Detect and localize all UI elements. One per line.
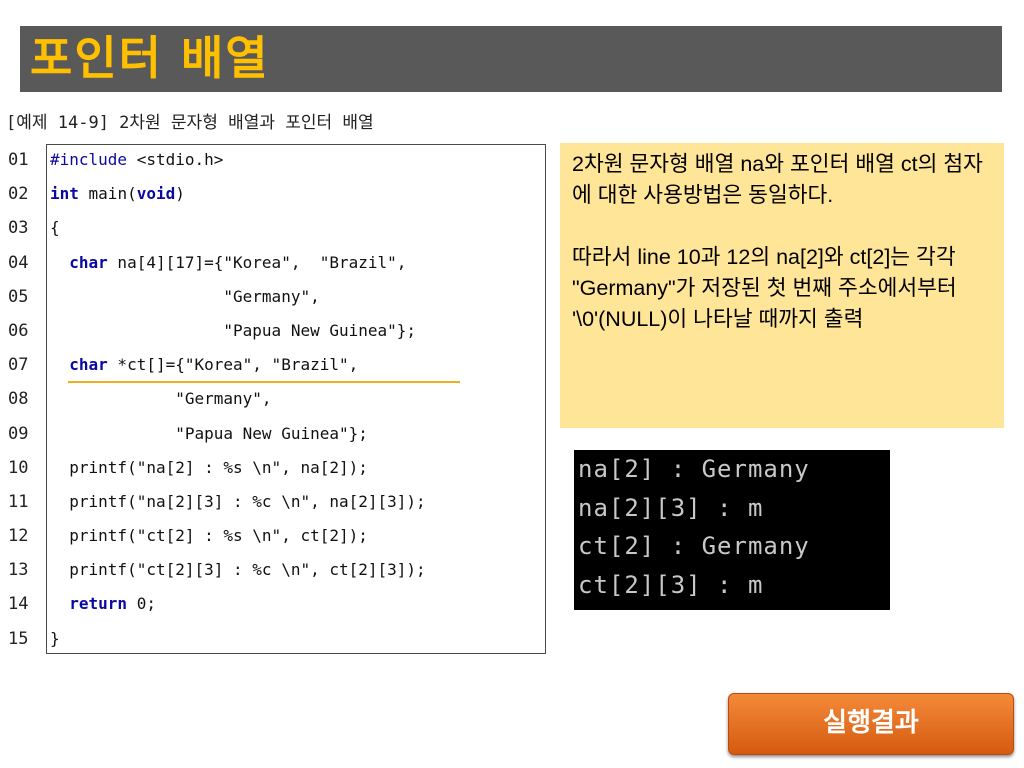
code-line: printf("ct[2][3] : %c \n", ct[2][3]);	[50, 558, 426, 592]
code-text: 0;	[127, 594, 156, 614]
code-keyword: void	[136, 184, 176, 204]
line-number: 08	[8, 389, 29, 410]
line-number: 07	[8, 355, 29, 376]
code-line: #include <stdio.h>	[50, 148, 426, 182]
code-text: "Germany",	[50, 286, 320, 306]
code-line: }	[50, 627, 426, 661]
code-line: "Papua New Guinea"};	[50, 422, 426, 456]
highlight-underline	[68, 381, 460, 383]
line-number: 05	[8, 286, 29, 307]
slide-title: 포인터 배열	[30, 31, 270, 85]
code-line: {	[50, 216, 426, 250]
code-text: {	[50, 218, 60, 238]
line-number: 11	[8, 491, 29, 512]
code-line: printf("na[2][3] : %c \n", na[2][3]);	[50, 490, 426, 524]
code-keyword: char	[69, 355, 108, 375]
line-number: 02	[8, 184, 29, 205]
line-number: 14	[8, 594, 29, 615]
code-listing: #include <stdio.h> int main(void){ char n…	[50, 148, 426, 661]
code-keyword: int	[50, 184, 79, 204]
code-text: )	[175, 184, 185, 204]
code-line: int main(void)	[50, 182, 426, 216]
code-line: return 0;	[50, 592, 426, 626]
code-line: char na[4][17]={"Korea", "Brazil",	[50, 251, 426, 285]
code-text: }	[50, 628, 60, 648]
console-line: ct[2][3] : m	[578, 570, 764, 599]
console-line: na[2] : Germany	[578, 455, 810, 483]
code-directive: #include	[50, 150, 128, 169]
line-number: 01	[8, 150, 29, 170]
code-text: "Papua New Guinea"};	[50, 320, 417, 340]
code-text: "Papua New Guinea"};	[50, 423, 368, 443]
code-text: na[4][17]={"Korea", "Brazil",	[107, 252, 407, 272]
code-text: printf("na[2][3] : %c \n", na[2][3]);	[50, 491, 426, 511]
line-number: 15	[8, 628, 29, 649]
code-text: printf("ct[2] : %s \n", ct[2]);	[50, 526, 368, 546]
code-text: main(	[78, 184, 137, 204]
console-output: na[2] : Germany na[2][3] : m ct[2] : Germa…	[574, 450, 890, 610]
line-number: 10	[8, 457, 29, 478]
code-line: printf("ct[2] : %s \n", ct[2]);	[50, 524, 426, 558]
run-result-button[interactable]: 실행결과	[728, 693, 1014, 755]
line-numbers: 01 02 03 04 05 06 07 08 09 10 11 12 13 14 15	[8, 148, 44, 661]
line-number: 13	[8, 560, 29, 581]
note-paragraph-1: 2차원 문자형 배열 na와 포인터 배열 ct의 첨자에 대한 사용방법은 동…	[572, 152, 983, 207]
line-number: 06	[8, 320, 29, 341]
code-text: <stdio.h>	[127, 150, 224, 169]
example-caption: [예제 14-9] 2차원 문자형 배열과 포인터 배열	[6, 113, 374, 133]
note-paragraph-2: 따라서 line 10과 12의 na[2]와 ct[2]는 각각 "Germa…	[572, 245, 957, 331]
line-number: 03	[8, 218, 29, 239]
code-line: "Germany",	[50, 285, 426, 319]
line-number: 04	[8, 252, 29, 273]
line-number: 09	[8, 423, 29, 444]
code-text: printf("ct[2][3] : %c \n", ct[2][3]);	[50, 560, 426, 580]
console-line: ct[2] : Germany	[578, 532, 810, 560]
code-text: "Germany",	[50, 389, 272, 409]
code-text: *ct[]={"Korea", "Brazil",	[107, 355, 359, 375]
code-keyword: return	[69, 594, 128, 614]
code-line: printf("na[2] : %s \n", na[2]);	[50, 456, 426, 490]
code-line: "Germany",	[50, 387, 426, 421]
explanation-note: 2차원 문자형 배열 na와 포인터 배열 ct의 첨자에 대한 사용방법은 동…	[560, 143, 1004, 428]
code-keyword: char	[69, 252, 108, 272]
console-line: na[2][3] : m	[578, 493, 764, 522]
line-number: 12	[8, 526, 29, 547]
code-text: printf("na[2] : %s \n", na[2]);	[50, 457, 368, 477]
code-line: "Papua New Guinea"};	[50, 319, 426, 353]
